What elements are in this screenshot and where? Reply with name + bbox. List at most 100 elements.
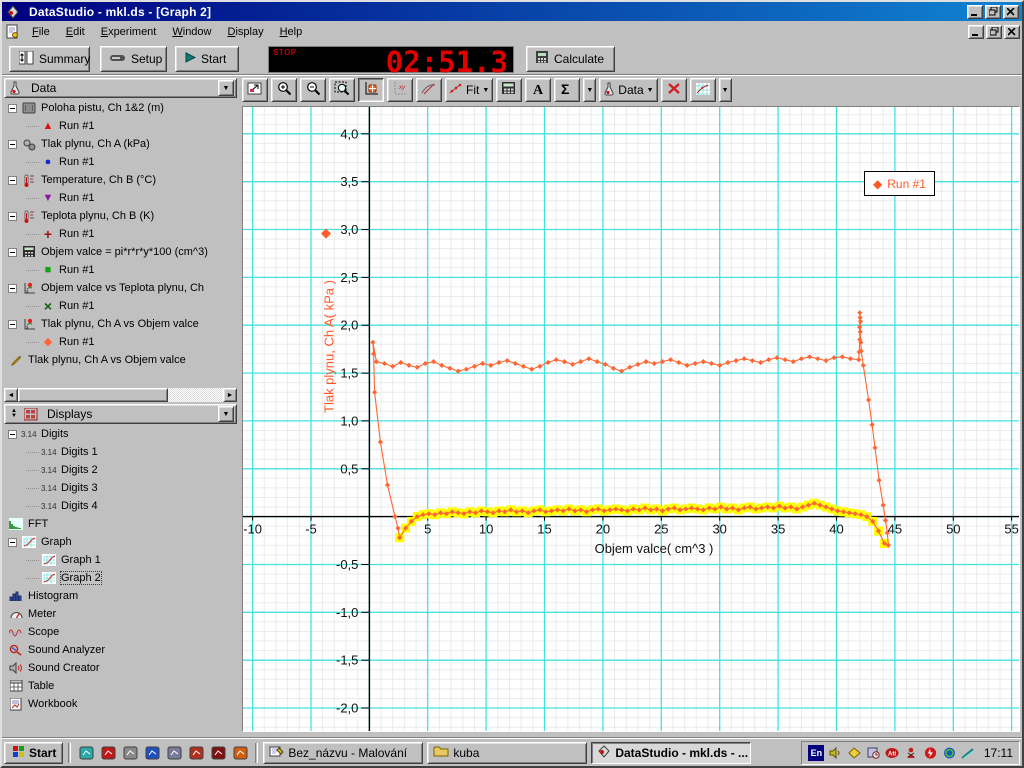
display-subitem[interactable]: 3.14Digits 1	[4, 443, 237, 461]
slope-tool-button[interactable]	[416, 78, 442, 102]
data-item[interactable]: Tlak plynu, Ch A vs Objem valce	[4, 351, 237, 369]
child-minimize-button[interactable]	[968, 25, 984, 39]
minimize-button[interactable]	[967, 5, 983, 19]
setup-button[interactable]: Setup	[100, 46, 167, 72]
menu-item-window[interactable]: Window	[164, 23, 219, 41]
scroll-right-icon[interactable]: ►	[223, 388, 237, 402]
collapse-toggle-icon[interactable]	[8, 248, 17, 257]
collapse-toggle-icon[interactable]	[8, 320, 17, 329]
y-axis-title[interactable]: Tlak plynu, Ch A( kPa )	[322, 216, 337, 478]
media-icon[interactable]	[186, 743, 206, 763]
data-item[interactable]: xObjem valce vs Teplota plynu, Ch	[4, 279, 237, 297]
scroll-left-icon[interactable]: ◄	[4, 388, 18, 402]
task-button[interactable]: kuba	[427, 742, 587, 764]
data-item[interactable]: Teplota plynu, Ch B (K)	[4, 207, 237, 225]
graph-settings-button-dropdown[interactable]: ▼	[719, 78, 732, 102]
collapse-toggle-icon[interactable]	[8, 104, 17, 113]
display-item[interactable]: Sound Creator	[4, 659, 237, 677]
document-icon[interactable]	[4, 25, 20, 39]
calculate-button[interactable]: Calculate	[526, 46, 615, 72]
data-item[interactable]: Objem valce = pi*r*r*y*100 (cm^3)	[4, 243, 237, 261]
collapse-toggle-icon[interactable]	[8, 176, 17, 185]
statistics-button[interactable]: Σ	[554, 78, 580, 102]
volume-icon[interactable]	[827, 744, 844, 761]
sync-icon[interactable]	[941, 744, 958, 761]
data-dropdown-button[interactable]: ▼	[218, 80, 234, 96]
run-item[interactable]: +Run #1	[4, 225, 237, 243]
en-indicator-icon[interactable]: En	[808, 744, 825, 761]
child-restore-button[interactable]	[986, 25, 1002, 39]
start-menu-button[interactable]: Start	[4, 742, 63, 764]
chart-canvas[interactable]: -10-5510152025303540455055-2,0-1,5-1,0-0…	[243, 107, 1019, 731]
collapse-toggle-icon[interactable]	[8, 140, 17, 149]
display-item[interactable]: 3.14Digits	[4, 425, 237, 443]
menu-item-experiment[interactable]: Experiment	[93, 23, 165, 41]
ati-icon[interactable]: Ati	[884, 744, 901, 761]
menu-item-display[interactable]: Display	[220, 23, 272, 41]
display-item[interactable]: Table	[4, 677, 237, 695]
burner-icon[interactable]	[230, 743, 250, 763]
mail-icon[interactable]	[120, 743, 140, 763]
restore-button[interactable]	[985, 5, 1001, 19]
graph-display[interactable]: -10-5510152025303540455055-2,0-1,5-1,0-0…	[242, 106, 1020, 732]
data-item[interactable]: xTlak plynu, Ch A vs Objem valce	[4, 315, 237, 333]
run-item[interactable]: ●Run #1	[4, 153, 237, 171]
collapse-toggle-icon[interactable]	[8, 212, 17, 221]
display-item[interactable]: Workbook	[4, 695, 237, 713]
zoom-out-button[interactable]	[300, 78, 326, 102]
display-item[interactable]: Sound Analyzer	[4, 641, 237, 659]
displays-panel-header[interactable]: ▲▼ Displays ▼	[4, 404, 237, 424]
scrollbar-thumb[interactable]	[18, 388, 168, 402]
collapse-toggle-icon[interactable]	[8, 430, 17, 439]
data-item[interactable]: Poloha pistu, Ch 1&2 (m)	[4, 99, 237, 117]
zoom-in-button[interactable]	[271, 78, 297, 102]
data-item[interactable]: Tlak plynu, Ch A (kPa)	[4, 135, 237, 153]
run-item[interactable]: ◆Run #1	[4, 333, 237, 351]
display-item[interactable]: FFT	[4, 515, 237, 533]
data-panel-header[interactable]: Data ▼	[4, 78, 237, 98]
opera-icon[interactable]	[208, 743, 228, 763]
show-desktop-icon[interactable]	[76, 743, 96, 763]
scheduler-icon[interactable]	[865, 744, 882, 761]
run-item[interactable]: ×Run #1	[4, 297, 237, 315]
display-item[interactable]: Graph	[4, 533, 237, 551]
menu-item-edit[interactable]: Edit	[58, 23, 93, 41]
start-button[interactable]: Start	[175, 46, 239, 72]
display-subitem[interactable]: 3.14Digits 3	[4, 479, 237, 497]
close-button[interactable]	[1003, 5, 1019, 19]
calculate-button[interactable]	[496, 78, 522, 102]
zoom-select-button[interactable]	[329, 78, 355, 102]
data-item[interactable]: Temperature, Ch B (°C)	[4, 171, 237, 189]
display-subitem[interactable]: 3.14Digits 4	[4, 497, 237, 515]
quickres-icon[interactable]	[846, 744, 863, 761]
run-item[interactable]: ▼Run #1	[4, 189, 237, 207]
child-close-button[interactable]	[1004, 25, 1020, 39]
display-subitem[interactable]: Graph 2	[4, 569, 237, 587]
statistics-button-dropdown[interactable]: ▼	[583, 78, 596, 102]
x-axis-title[interactable]: Objem valce( cm^3 )	[549, 541, 759, 556]
slope-xy-button[interactable]: xy	[387, 78, 413, 102]
power-icon[interactable]	[922, 744, 939, 761]
collapse-toggle-icon[interactable]	[8, 284, 17, 293]
editor-icon[interactable]	[142, 743, 162, 763]
menu-item-help[interactable]: Help	[272, 23, 311, 41]
task-button[interactable]: DataStudio - mkl.ds - ...	[591, 742, 751, 764]
display-item[interactable]: Scope	[4, 623, 237, 641]
summary-button[interactable]: Summary	[9, 46, 90, 72]
task-button[interactable]: Bez_názvu - Malování	[263, 742, 423, 764]
acrobat-icon[interactable]	[98, 743, 118, 763]
data-button[interactable]: Data▼	[599, 78, 657, 102]
calculator-icon[interactable]	[164, 743, 184, 763]
run-item[interactable]: ■Run #1	[4, 261, 237, 279]
scrollbar-track[interactable]	[168, 388, 223, 402]
display-subitem[interactable]: Graph 1	[4, 551, 237, 569]
legend[interactable]: ◆ Run #1	[864, 171, 935, 196]
display-subitem[interactable]: 3.14Digits 2	[4, 461, 237, 479]
agent-icon[interactable]	[903, 744, 920, 761]
smart-tool-button[interactable]	[358, 78, 384, 102]
pen-icon[interactable]	[960, 744, 977, 761]
run-item[interactable]: ▲Run #1	[4, 117, 237, 135]
displays-dropdown-button[interactable]: ▼	[218, 406, 234, 422]
display-item[interactable]: Histogram	[4, 587, 237, 605]
scale-to-fit-button[interactable]	[242, 78, 268, 102]
